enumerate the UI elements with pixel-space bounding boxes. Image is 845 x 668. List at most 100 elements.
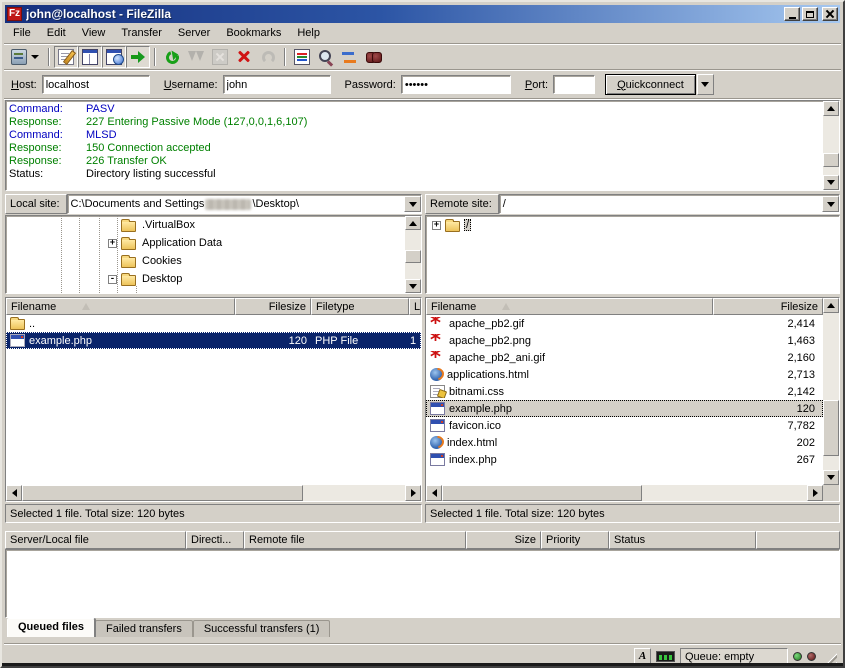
remote-site-combo[interactable]: / [499, 194, 840, 214]
close-button[interactable] [822, 7, 838, 21]
local-tree-scrollbar[interactable] [405, 216, 421, 293]
file-row[interactable]: bitnami.css 2,142 [426, 383, 823, 400]
menu-item[interactable]: Bookmarks [218, 24, 289, 42]
site-manager-button[interactable] [8, 46, 44, 68]
file-row[interactable]: apache_pb2.gif 2,414 [426, 315, 823, 332]
file-name: bitnami.css [449, 386, 504, 398]
column-header-filesize[interactable]: Filesize [713, 298, 823, 315]
column-header-status[interactable]: Status [609, 531, 756, 549]
column-header-lastmodified[interactable]: L [409, 298, 421, 315]
scroll-thumb[interactable] [823, 153, 839, 167]
column-header-filetype[interactable]: Filetype [311, 298, 409, 315]
column-header-filler [756, 531, 840, 549]
arrow-up-icon [827, 106, 835, 111]
file-row[interactable]: favicon.ico 7,782 [426, 417, 823, 434]
tree-expander[interactable]: + [432, 221, 441, 230]
column-header-priority[interactable]: Priority [541, 531, 609, 549]
scroll-left-button[interactable] [426, 485, 442, 501]
menu-item[interactable]: Transfer [113, 24, 170, 42]
speed-limits-icon[interactable] [656, 651, 675, 662]
file-row[interactable]: .. [6, 315, 421, 332]
toggle-transfer-queue-button[interactable] [126, 46, 150, 68]
queue-tab[interactable]: Successful transfers (1) [193, 620, 331, 637]
toggle-message-log-button[interactable] [54, 46, 78, 68]
queue-tab[interactable]: Queued files [7, 618, 95, 637]
tree-expander[interactable]: + [108, 239, 117, 248]
synchronized-browsing-button[interactable] [338, 46, 362, 68]
column-header-size[interactable]: Size [466, 531, 541, 549]
scroll-left-button[interactable] [6, 485, 22, 501]
tree-expander[interactable] [108, 221, 117, 230]
scroll-thumb[interactable] [22, 485, 303, 501]
quickconnect-button[interactable]: Quickconnect [605, 74, 696, 95]
column-header-filename[interactable]: Filename [426, 298, 713, 315]
column-header-server-local-file[interactable]: Server/Local file [5, 531, 186, 549]
menu-item[interactable]: Edit [39, 24, 74, 42]
column-header-filesize[interactable]: Filesize [235, 298, 311, 315]
menu-item[interactable]: Server [170, 24, 218, 42]
scroll-down-button[interactable] [823, 175, 839, 190]
username-input[interactable] [223, 75, 331, 94]
local-list-hscrollbar[interactable] [6, 485, 421, 501]
scroll-thumb[interactable] [405, 250, 421, 263]
scroll-up-button[interactable] [823, 298, 839, 313]
column-header-remote-file[interactable]: Remote file [244, 531, 466, 549]
tree-item[interactable]: + Application Data [6, 234, 421, 252]
port-input[interactable] [553, 75, 595, 94]
file-row[interactable]: index.php 267 [426, 451, 823, 468]
find-files-button[interactable] [362, 46, 386, 68]
file-row[interactable]: example.php 120 [426, 400, 823, 417]
reconnect-button[interactable] [256, 46, 280, 68]
tree-item[interactable]: + / [426, 216, 839, 234]
log-line: Response: 150 Connection accepted [6, 142, 839, 155]
file-row[interactable]: apache_pb2.png 1,463 [426, 332, 823, 349]
tree-expander[interactable]: - [108, 275, 117, 284]
scroll-up-button[interactable] [405, 216, 421, 230]
queue-tab[interactable]: Failed transfers [95, 620, 193, 637]
log-line-label: Response: [9, 142, 86, 155]
cancel-operation-button[interactable] [208, 46, 232, 68]
log-scrollbar[interactable] [823, 101, 839, 190]
column-header-direction[interactable]: Directi... [186, 531, 244, 549]
toggle-remote-tree-button[interactable] [102, 46, 126, 68]
quickconnect-dropdown-button[interactable] [697, 74, 714, 95]
scroll-right-button[interactable] [405, 485, 421, 501]
remote-list-hscrollbar[interactable] [426, 485, 823, 501]
remote-file-list: Filename Filesize apache_pb2.gif 2,414 a… [425, 297, 840, 502]
scroll-down-button[interactable] [823, 470, 839, 485]
disconnect-button[interactable] [232, 46, 256, 68]
host-input[interactable] [42, 75, 150, 94]
tree-item[interactable]: Cookies [6, 252, 421, 270]
tree-expander[interactable] [108, 257, 117, 266]
file-row[interactable]: applications.html 2,713 [426, 366, 823, 383]
process-queue-button[interactable] [184, 46, 208, 68]
directory-listing-filters-button[interactable] [290, 46, 314, 68]
folder-icon [121, 257, 136, 268]
scroll-right-button[interactable] [807, 485, 823, 501]
menu-item[interactable]: Help [289, 24, 328, 42]
scroll-up-button[interactable] [823, 101, 839, 116]
refresh-button[interactable] [160, 46, 184, 68]
directory-comparison-button[interactable] [314, 46, 338, 68]
password-input[interactable] [401, 75, 511, 94]
menu-item[interactable]: View [74, 24, 114, 42]
file-row[interactable]: apache_pb2_ani.gif 2,160 [426, 349, 823, 366]
local-site-combo[interactable]: C:\Documents and Settings \Desktop\ [67, 194, 422, 214]
column-header-filename[interactable]: Filename [6, 298, 235, 315]
tree-item[interactable]: .VirtualBox [6, 216, 421, 234]
menu-item[interactable]: File [5, 24, 39, 42]
file-name: index.html [447, 437, 497, 449]
scroll-thumb[interactable] [823, 400, 839, 456]
tree-item[interactable]: - Desktop [6, 270, 421, 288]
scroll-thumb[interactable] [442, 485, 642, 501]
file-row[interactable]: example.php 120 PHP File 1 [6, 332, 421, 349]
file-row[interactable]: index.html 202 [426, 434, 823, 451]
minimize-button[interactable] [784, 7, 800, 21]
scroll-down-button[interactable] [405, 279, 421, 293]
combo-dropdown-button[interactable] [822, 196, 839, 212]
remote-list-vscrollbar[interactable] [823, 298, 839, 485]
sort-ascending-icon [502, 303, 510, 310]
toggle-local-tree-button[interactable] [78, 46, 102, 68]
combo-dropdown-button[interactable] [404, 196, 421, 212]
maximize-button[interactable] [802, 7, 818, 21]
